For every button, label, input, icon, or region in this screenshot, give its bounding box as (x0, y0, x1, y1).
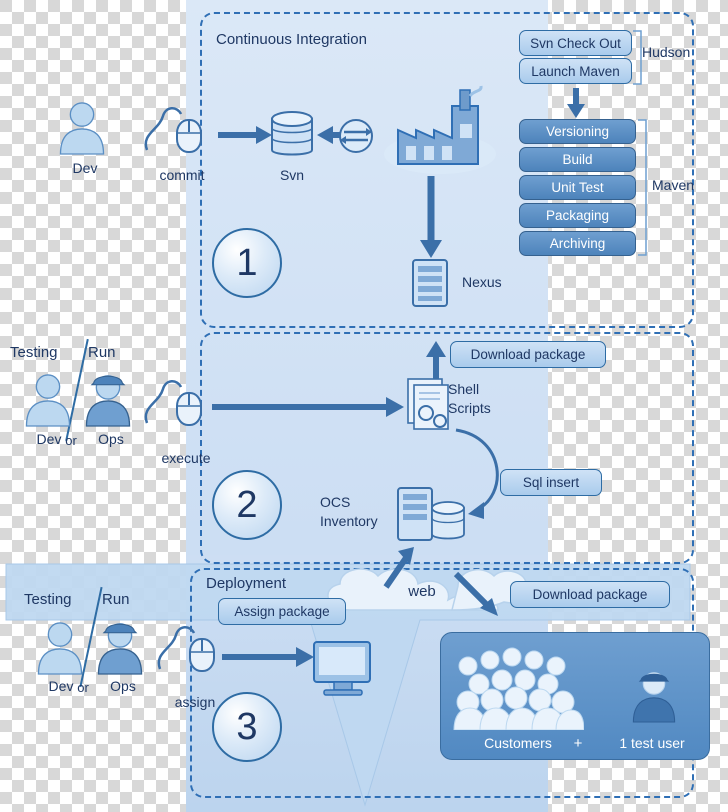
sync-icon (339, 119, 373, 153)
testing-label-2: Testing (24, 591, 72, 608)
maven-build-button[interactable]: Build (519, 147, 636, 172)
hudson-launch-maven-button[interactable]: Launch Maven (519, 58, 632, 84)
shell-scripts-label-line2: Scripts (448, 400, 491, 416)
hudson-svn-checkout-button[interactable]: Svn Check Out (519, 30, 632, 56)
arrow-execute-to-shell (212, 397, 404, 417)
ops-label-3: Ops (110, 678, 136, 694)
nexus-label: Nexus (462, 274, 502, 290)
shell-scripts-label-line1: Shell (448, 381, 480, 397)
customers-label: Customers (484, 735, 552, 751)
execute-label: execute (161, 450, 211, 466)
section-label-deployment: Deployment (206, 575, 287, 592)
arrow-web-to-customers (453, 571, 498, 616)
maven-versioning-button[interactable]: Versioning (519, 119, 636, 144)
assign-label: assign (174, 694, 216, 710)
run-label-1: Run (88, 344, 116, 361)
maven-group-label: Maven (652, 177, 695, 193)
download-package-callout-1[interactable]: Download package (450, 341, 606, 368)
test-user-label: 1 test user (619, 735, 685, 751)
desktop-computer-icon (313, 641, 371, 696)
test-user-icon (632, 672, 676, 723)
sql-insert-callout[interactable]: Sql insert (500, 469, 602, 496)
arrow-assign-to-desktop (222, 647, 314, 667)
download-package-callout-2[interactable]: Download package (510, 581, 670, 608)
hudson-group-label: Hudson (642, 44, 691, 60)
hudson-bracket (633, 30, 642, 85)
step-circle-1: 1 (212, 228, 282, 298)
customers-crowd-icon (453, 647, 584, 730)
svn-database-icon (271, 111, 313, 156)
ops-label-2: Ops (98, 431, 124, 447)
arrow-factory-to-nexus (420, 176, 442, 258)
dev-icon-3 (37, 622, 83, 675)
arrow-ocs-to-web (383, 547, 414, 589)
dev-icon-2 (25, 374, 71, 427)
ops-icon-3 (97, 623, 143, 675)
execute-mouse-icon (144, 380, 202, 426)
maven-bracket (638, 119, 647, 256)
diagram-canvas: Continuous Integration Deployment 1 2 3 … (0, 0, 728, 812)
step-circle-2: 2 (212, 470, 282, 540)
arrow-hudson-to-maven (567, 88, 585, 118)
plus-label: + (573, 735, 583, 752)
commit-mouse-icon (144, 107, 202, 153)
testing-label-1: Testing (10, 344, 58, 361)
factory-icon (384, 85, 496, 174)
ops-icon-2 (85, 375, 131, 427)
ocs-label-line2: Inventory (320, 513, 378, 529)
commit-label: commit (159, 167, 205, 183)
ocs-label-line1: OCS (320, 494, 351, 510)
svn-label: Svn (279, 167, 305, 183)
maven-unit-test-button[interactable]: Unit Test (519, 175, 636, 200)
dev-icon-top (59, 102, 105, 155)
maven-packaging-button[interactable]: Packaging (519, 203, 636, 228)
run-label-2: Run (102, 591, 130, 608)
assign-mouse-icon (157, 626, 215, 672)
assign-package-callout[interactable]: Assign package (218, 598, 346, 625)
arrow-commit-to-svn (218, 126, 272, 144)
maven-archiving-button[interactable]: Archiving (519, 231, 636, 256)
section-label-ci: Continuous Integration (216, 31, 367, 48)
ocs-inventory-icon (397, 487, 465, 541)
nexus-server-icon (412, 259, 448, 307)
dev-label-top: Dev (72, 160, 98, 176)
